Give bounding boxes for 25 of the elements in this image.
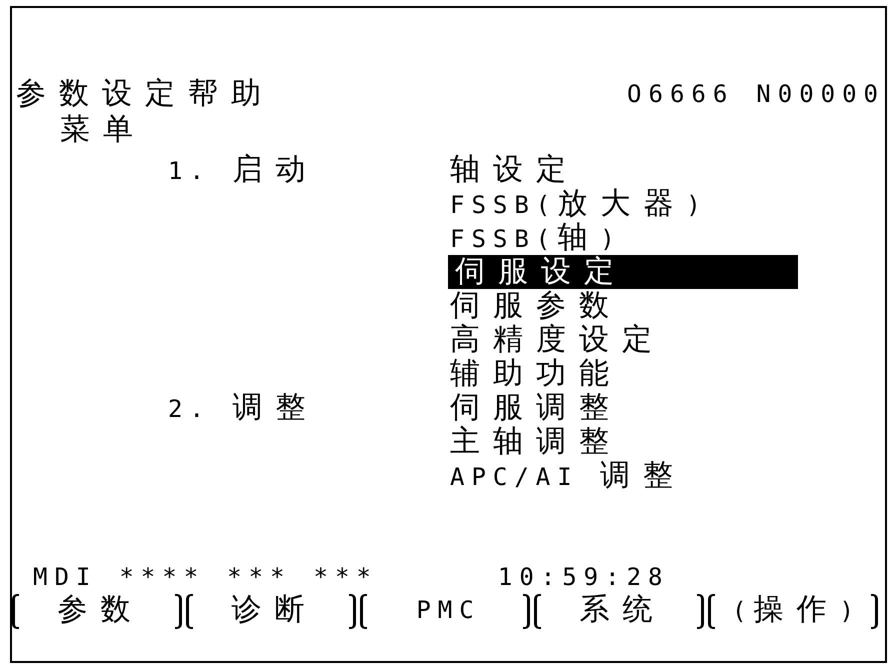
screen-title: 参数设定帮助 菜单 [16,78,274,149]
clock-time: 10:59:28 [498,562,670,592]
sequence-number: N00000 [756,79,885,110]
status-field: **** [119,562,206,594]
soft-key[interactable]: (操作) [708,593,878,630]
menu-item[interactable]: 高精度设定 [448,323,665,357]
menu-item[interactable]: 伺服参数 [448,289,622,323]
menu-item[interactable]: 轴设定 [448,153,579,187]
menu-item[interactable]: 辅助功能 [448,357,622,391]
soft-key[interactable]: 诊断 [186,593,356,630]
menu-item[interactable]: 伺服调整 [448,391,622,425]
menu-item[interactable]: FSSB(轴) [448,221,622,255]
soft-key[interactable]: 参数 [12,593,182,630]
mode-indicator: MDI [33,562,98,592]
status-field: *** [314,562,378,594]
status-field: *** [227,562,292,594]
menu-group-label: 2. 调整 [168,391,318,427]
menu-item[interactable]: 主轴调整 [448,425,622,459]
menu-item[interactable]: APC/AI 调整 [448,459,686,493]
program-number: O6666 [627,79,734,110]
menu-group-label: 1. 启动 [168,153,318,189]
soft-key[interactable]: PMC [360,593,530,630]
menu-item[interactable]: FSSB(放大器) [448,187,708,221]
soft-key[interactable]: 系统 [534,593,704,630]
menu-item[interactable]: 伺服设定 [448,255,798,289]
